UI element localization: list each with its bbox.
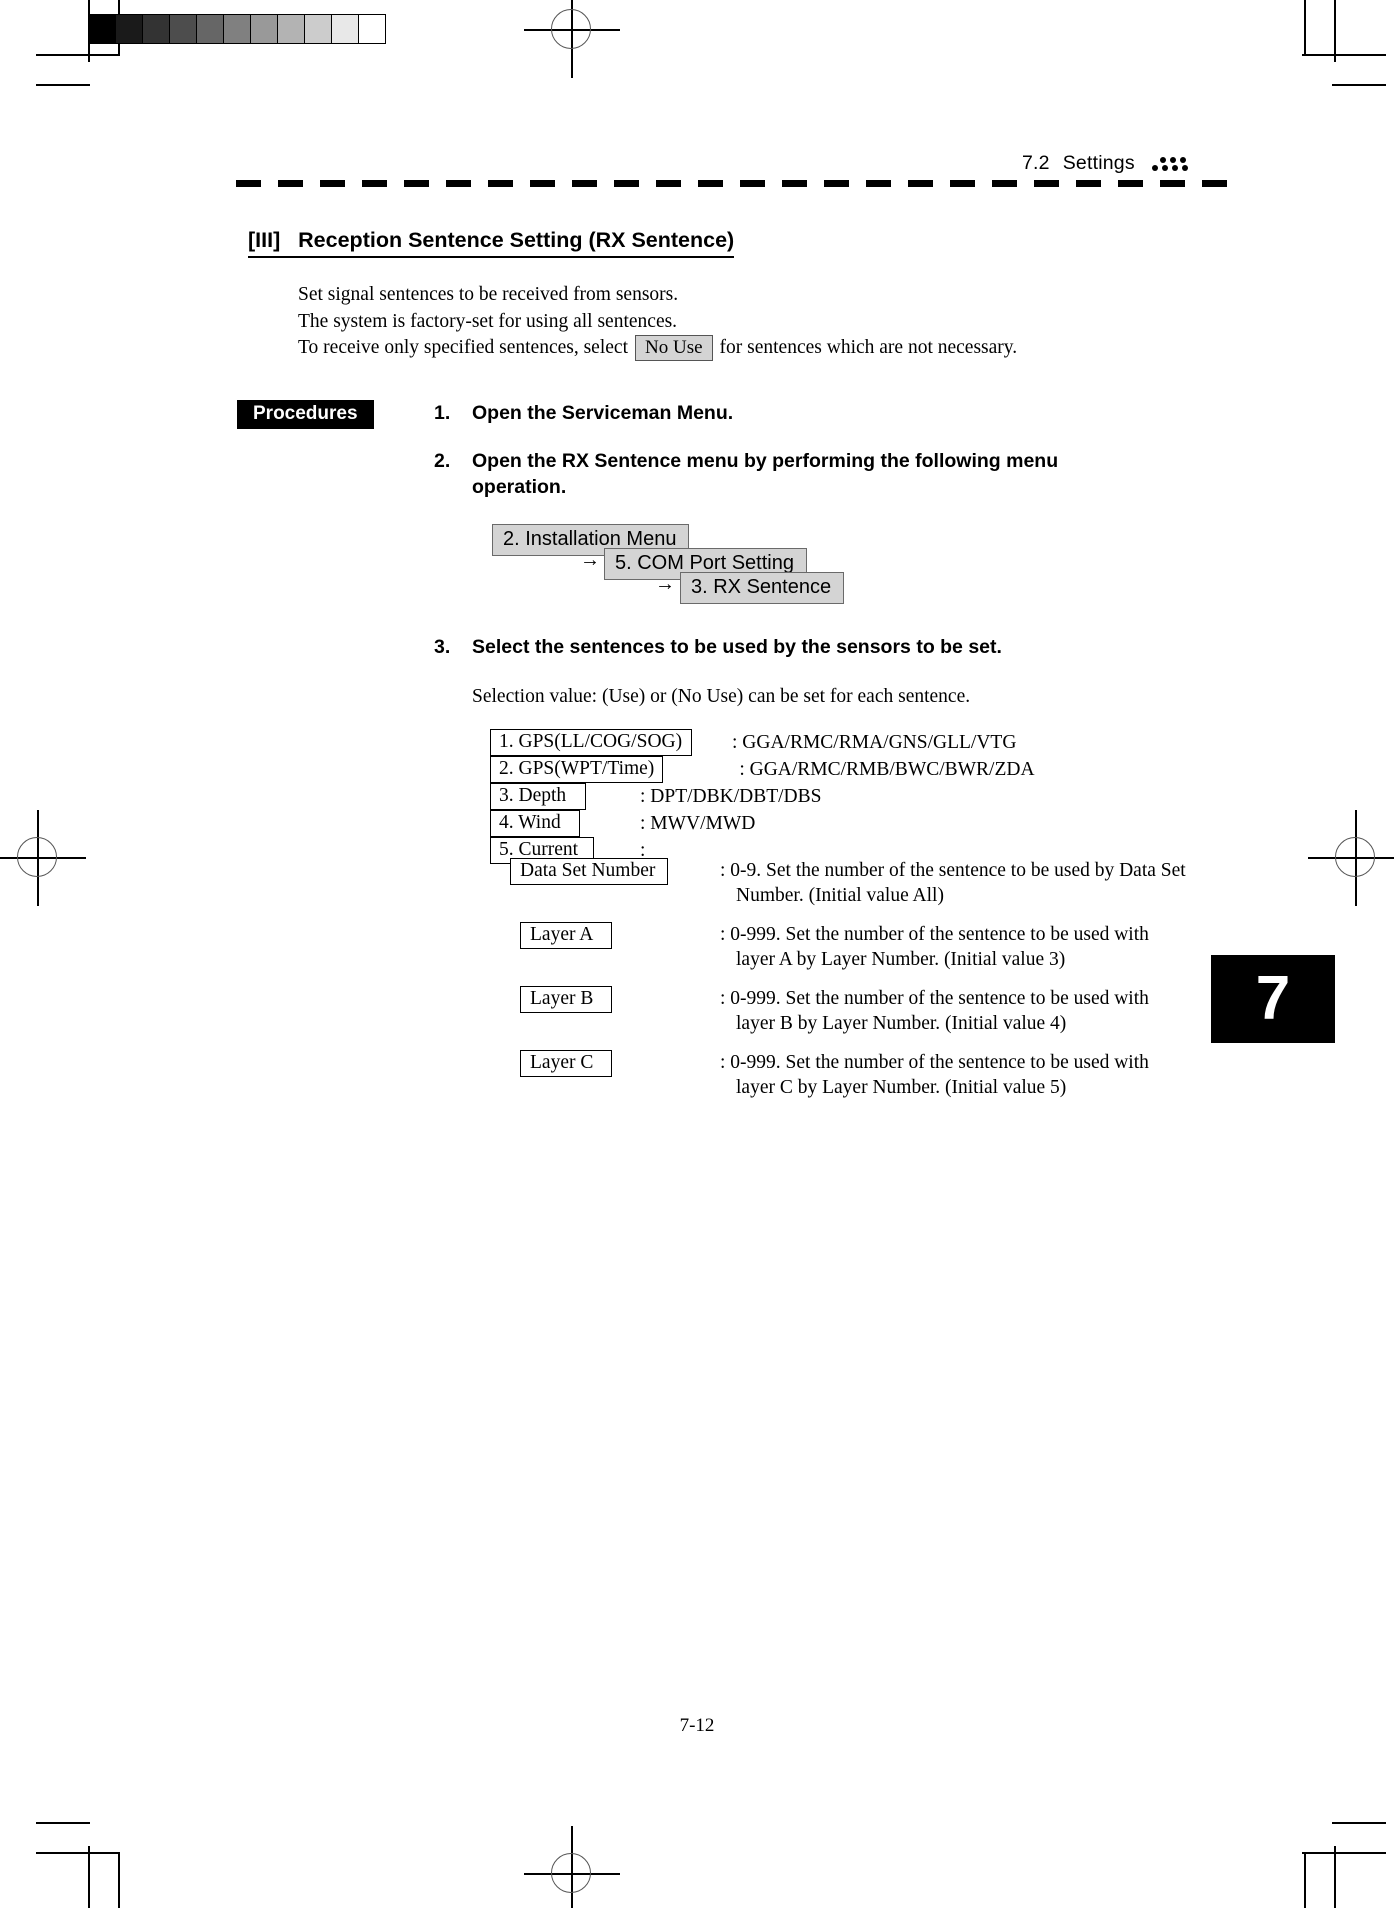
parameter-desc-line-2: layer C by Layer Number. (Initial value … [736, 1077, 1067, 1098]
step-text: Open the Serviceman Menu. [472, 402, 734, 424]
sentence-desc: : GGA/RMC/RMA/GNS/GLL/VTG [732, 732, 1017, 753]
chapter-tab: 7 [1211, 955, 1335, 1043]
gray-swatch [170, 15, 197, 43]
parameter-row: Layer A : 0-999. Set the number of the s… [510, 922, 1186, 972]
header-section-number: 7.2 [1022, 152, 1050, 174]
menu-path-arrow-2: → [655, 573, 675, 595]
parameter-desc-line-1: : 0-999. Set the number of the sentence … [720, 1052, 1149, 1073]
gray-swatch [197, 15, 224, 43]
gray-swatch [359, 15, 385, 43]
procedures-label: Procedures [237, 400, 374, 429]
parameter-description: : 0-999. Set the number of the sentence … [720, 922, 1149, 972]
sentence-desc: : GGA/RMC/RMB/BWC/BWR/ZDA [739, 759, 1035, 780]
gray-swatch [278, 15, 305, 43]
gray-swatch [224, 15, 251, 43]
gray-swatch [89, 15, 116, 43]
parameter-label-layer-c[interactable]: Layer C [520, 1050, 612, 1077]
page-number-footer: 7-12 [679, 1715, 715, 1736]
procedure-step-2: 2. Open the RX Sentence menu by performi… [434, 448, 1132, 500]
registration-mark-top [524, 0, 620, 78]
no-use-option-box[interactable]: No Use [635, 335, 713, 362]
parameter-row: Layer B : 0-999. Set the number of the s… [510, 986, 1186, 1036]
parameter-description: : 0-999. Set the number of the sentence … [720, 1050, 1149, 1100]
header-section-name: Settings [1062, 152, 1135, 174]
intro-paragraph: Set signal sentences to be received from… [298, 282, 1017, 362]
intro-line-2: The system is factory-set for using all … [298, 310, 678, 332]
parameter-description: : 0-9. Set the number of the sentence to… [720, 858, 1186, 908]
parameter-label-layer-b[interactable]: Layer B [520, 986, 612, 1013]
chapter-dot-indicator-icon [1151, 156, 1188, 172]
registration-mark-bottom [524, 1826, 620, 1908]
sentence-label-wind[interactable]: 4. Wind [490, 810, 580, 837]
sentence-label-gps-ll-cog-sog[interactable]: 1. GPS(LL/COG/SOG) [490, 729, 692, 756]
grayscale-calibration-strip [88, 14, 386, 44]
gray-swatch [251, 15, 278, 43]
step-text: Select the sentences to be used by the s… [472, 636, 1002, 658]
parameter-desc-line-2: Number. (Initial value All) [736, 885, 944, 906]
sentence-row: 1. GPS(LL/COG/SOG) : GGA/RMC/RMA/GNS/GLL… [490, 729, 1035, 756]
procedure-step-1: 1. Open the Serviceman Menu. [434, 400, 733, 426]
sentence-list: 1. GPS(LL/COG/SOG) : GGA/RMC/RMA/GNS/GLL… [490, 729, 1035, 864]
parameter-description: : 0-999. Set the number of the sentence … [720, 986, 1149, 1036]
sentence-row: 4. Wind : MWV/MWD [490, 810, 1035, 837]
parameter-label-data-set-number[interactable]: Data Set Number [510, 858, 668, 885]
selection-value-note: Selection value: (Use) or (No Use) can b… [472, 686, 971, 707]
step-number: 1. [434, 402, 451, 424]
intro-line-3: To receive only specified sentences, sel… [298, 335, 1017, 362]
intro-line-1: Set signal sentences to be received from… [298, 284, 679, 305]
parameter-desc-line-1: : 0-999. Set the number of the sentence … [720, 924, 1149, 945]
intro-line-3-after: for sentences which are not necessary. [719, 337, 1018, 358]
page-title: [III] Reception Sentence Setting (RX Sen… [248, 228, 735, 258]
sentence-row: 2. GPS(WPT/Time) : GGA/RMC/RMB/BWC/BWR/Z… [490, 756, 1035, 783]
header-dashed-rule [236, 180, 1242, 187]
registration-mark-right [1308, 810, 1394, 906]
sentence-label-depth[interactable]: 3. Depth [490, 783, 586, 810]
parameter-list: Data Set Number : 0-9. Set the number of… [510, 858, 1186, 1114]
parameter-label-layer-a[interactable]: Layer A [520, 922, 612, 949]
gray-swatch [332, 15, 359, 43]
document-page: 7.2 Settings [III] Reception Sentence Se… [0, 0, 1394, 1908]
parameter-desc-line-2: layer A by Layer Number. (Initial value … [736, 949, 1066, 970]
parameter-row: Data Set Number : 0-9. Set the number of… [510, 858, 1186, 908]
menu-path-arrow-1: → [580, 549, 600, 571]
parameter-desc-line-2: layer B by Layer Number. (Initial value … [736, 1013, 1067, 1034]
gray-swatch [305, 15, 332, 43]
procedure-step-3: 3. Select the sentences to be used by th… [434, 634, 1002, 660]
running-header: 7.2 Settings [1022, 152, 1188, 175]
sentence-label-gps-wpt-time[interactable]: 2. GPS(WPT/Time) [490, 756, 664, 783]
intro-line-3-before: To receive only specified sentences, sel… [298, 337, 628, 358]
step-number: 2. [434, 450, 451, 472]
step-number: 3. [434, 636, 451, 658]
registration-mark-left [0, 810, 86, 906]
parameter-desc-line-1: : 0-9. Set the number of the sentence to… [720, 860, 1186, 881]
gray-swatch [116, 15, 143, 43]
sentence-desc: : DPT/DBK/DBT/DBS [640, 786, 822, 807]
step-text: Open the RX Sentence menu by performing … [472, 450, 1059, 498]
parameter-desc-line-1: : 0-999. Set the number of the sentence … [720, 988, 1149, 1009]
menu-path-rx-sentence[interactable]: 3. RX Sentence [680, 572, 845, 604]
sentence-row: 3. Depth : DPT/DBK/DBT/DBS [490, 783, 1035, 810]
sentence-desc: : MWV/MWD [640, 813, 756, 834]
parameter-row: Layer C : 0-999. Set the number of the s… [510, 1050, 1186, 1100]
gray-swatch [143, 15, 170, 43]
